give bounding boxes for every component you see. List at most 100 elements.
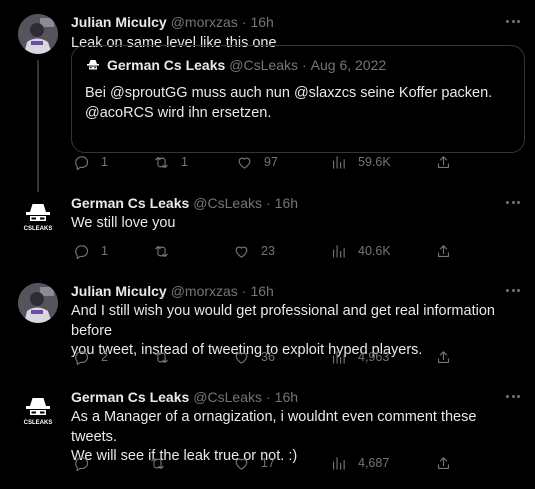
views-button[interactable]: 40.6K (330, 241, 391, 261)
view-count: 40.6K (358, 244, 391, 258)
like-button[interactable]: 17 (233, 453, 275, 473)
quoted-display-name[interactable]: German Cs Leaks (107, 57, 225, 73)
more-options-icon[interactable] (503, 12, 523, 30)
like-button[interactable]: 23 (233, 241, 275, 261)
heart-icon (235, 246, 248, 258)
tweet-csleaks-1[interactable]: CSLEAKS German Cs Leaks @CsLeaks · 16h W… (0, 193, 535, 273)
handle[interactable]: @morxzas (171, 283, 238, 299)
more-options-icon[interactable] (503, 281, 523, 299)
display-name[interactable]: Julian Miculcy (71, 14, 167, 30)
tweet-header: German Cs Leaks @CsLeaks · 16h (71, 193, 298, 213)
reply-button[interactable] (73, 453, 101, 473)
quoted-avatar-icon (85, 57, 101, 73)
views-button[interactable]: 4,687 (330, 453, 389, 473)
view-count: 4,687 (358, 456, 390, 470)
retweet-icon (155, 156, 168, 168)
tweet-julian-2[interactable]: Julian Miculcy @morxzas · 16h And I stil… (0, 281, 535, 379)
more-options-icon[interactable] (503, 387, 523, 405)
dot-separator: · (241, 14, 247, 30)
quoted-text-line: @acoRCS wird ihn ersetzen. (85, 104, 272, 121)
avatar-photo-icon (18, 283, 58, 323)
like-button[interactable]: 97 (236, 152, 278, 172)
tweet-actions: 1 1 97 59.6K (71, 152, 521, 172)
csleaks-logo-icon: CSLEAKS (18, 389, 58, 429)
reply-icon (75, 155, 89, 170)
share-icon (437, 456, 450, 469)
views-button[interactable]: 4,963 (330, 347, 389, 367)
quoted-tweet-header: German Cs Leaks @CsLeaks · Aug 6, 2022 (85, 57, 386, 73)
views-chart-icon (332, 350, 345, 364)
quoted-text-line: Bei @sproutGG muss auch nun @slaxzcs sei… (85, 85, 493, 101)
heart-icon (235, 352, 248, 364)
handle[interactable]: @morxzas (171, 14, 238, 30)
share-icon (437, 350, 450, 363)
quoted-tweet-text: Bei @sproutGG muss auch nun @slaxzcs sei… (85, 84, 505, 123)
reply-count: 2 (101, 350, 108, 364)
display-name[interactable]: German Cs Leaks (71, 389, 189, 405)
avatar[interactable]: CSLEAKS (18, 389, 58, 429)
share-icon (437, 244, 450, 257)
share-button[interactable] (435, 241, 452, 261)
retweet-icon (155, 245, 168, 257)
dot-separator: · (265, 389, 271, 405)
conversation-thread: Julian Miculcy @morxzas · 16h Leak on sa… (0, 0, 535, 489)
heart-icon (235, 458, 248, 470)
handle[interactable]: @CsLeaks (193, 389, 262, 405)
retweet-button[interactable] (153, 241, 181, 261)
tweet-header: German Cs Leaks @CsLeaks · 16h (71, 387, 298, 407)
handle[interactable]: @CsLeaks (193, 195, 262, 211)
retweet-button[interactable] (149, 453, 177, 473)
quoted-handle[interactable]: @CsLeaks (229, 57, 298, 73)
display-name[interactable]: German Cs Leaks (71, 195, 189, 211)
views-chart-icon (332, 244, 345, 258)
avatar[interactable] (18, 283, 58, 323)
view-count: 59.6K (358, 155, 391, 169)
tweet-actions: 2 36 4,963 (71, 347, 521, 367)
tweet-text-line: As a Manager of a ornagization, i wouldn… (71, 409, 477, 445)
views-chart-icon (332, 456, 345, 470)
views-chart-icon (332, 155, 345, 169)
tweet-text: We still love you (71, 215, 176, 231)
share-button[interactable] (435, 453, 452, 473)
avatar-photo-icon (18, 14, 58, 54)
retweet-button[interactable] (153, 347, 181, 367)
retweet-icon (155, 351, 168, 363)
tweet-text-line: And I still wish you would get professio… (71, 303, 495, 339)
dot-separator: · (265, 195, 271, 211)
tweet-header: Julian Miculcy @morxzas · 16h (71, 12, 274, 32)
thread-line (37, 60, 39, 192)
like-count: 36 (261, 350, 275, 364)
timestamp[interactable]: 16h (250, 283, 273, 299)
reply-button[interactable]: 1 (73, 152, 108, 172)
logo-text: CSLEAKS (24, 420, 53, 426)
heart-icon (238, 157, 251, 169)
timestamp[interactable]: 16h (250, 14, 273, 30)
display-name[interactable]: Julian Miculcy (71, 283, 167, 299)
reply-button[interactable]: 2 (73, 347, 108, 367)
like-count: 17 (261, 456, 275, 470)
share-icon (437, 155, 450, 168)
like-count: 23 (261, 244, 275, 258)
retweet-button[interactable]: 1 (153, 152, 188, 172)
avatar[interactable]: CSLEAKS (18, 195, 58, 235)
timestamp[interactable]: 16h (275, 389, 298, 405)
avatar[interactable] (18, 14, 58, 54)
tweet-julian-1[interactable]: Julian Miculcy @morxzas · 16h Leak on sa… (0, 12, 535, 192)
dot-separator: · (301, 57, 307, 73)
view-count: 4,963 (358, 350, 390, 364)
share-button[interactable] (435, 152, 452, 172)
more-options-icon[interactable] (503, 193, 523, 211)
quoted-date[interactable]: Aug 6, 2022 (311, 57, 387, 73)
dot-separator: · (241, 283, 247, 299)
csleaks-logo-icon: CSLEAKS (18, 195, 58, 235)
reply-button[interactable]: 1 (73, 241, 108, 261)
reply-icon (75, 244, 89, 259)
timestamp[interactable]: 16h (275, 195, 298, 211)
quoted-tweet[interactable]: German Cs Leaks @CsLeaks · Aug 6, 2022 B… (71, 45, 525, 153)
reply-icon (75, 456, 89, 471)
share-button[interactable] (435, 347, 452, 367)
tweet-csleaks-2[interactable]: CSLEAKS German Cs Leaks @CsLeaks · 16h A… (0, 387, 535, 485)
like-button[interactable]: 36 (233, 347, 275, 367)
retweet-icon (151, 457, 164, 469)
views-button[interactable]: 59.6K (330, 152, 391, 172)
